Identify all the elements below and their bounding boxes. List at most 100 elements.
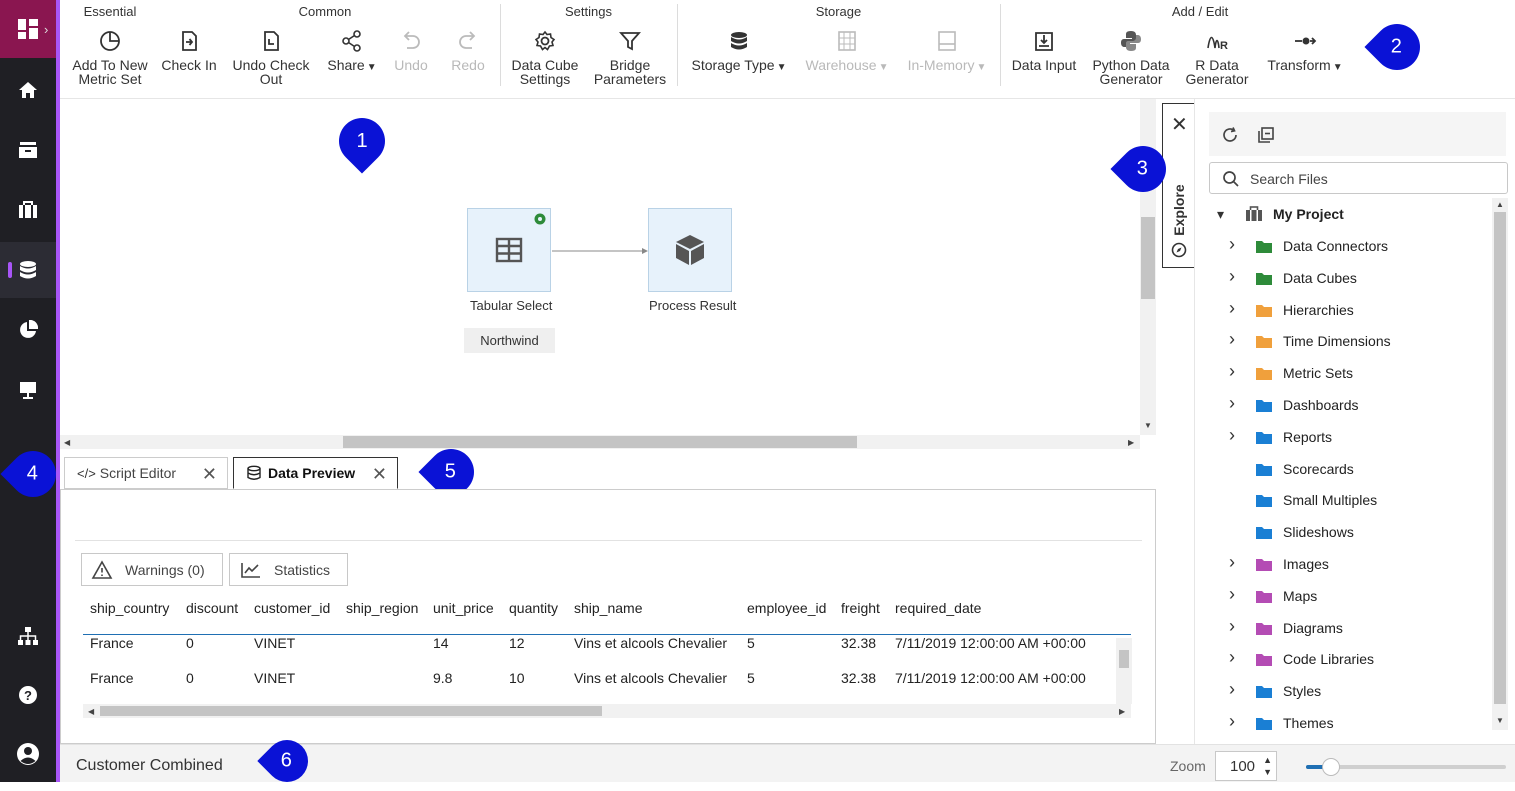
tree-item[interactable]: › Time Dimensions (1195, 329, 1495, 353)
tree-item[interactable]: › Images (1195, 552, 1495, 576)
chevron-right-icon[interactable]: › (1229, 552, 1235, 573)
tree-item[interactable]: › Metric Sets (1195, 361, 1495, 385)
scroll-down-icon[interactable]: ▼ (1496, 716, 1504, 725)
app-launcher[interactable]: › (0, 0, 56, 58)
nav-briefcase[interactable] (0, 182, 56, 238)
share-dropdown[interactable]: Share ▼ (322, 30, 382, 75)
redo-button[interactable]: Redo (447, 30, 489, 72)
zoom-stepper-icon[interactable]: ▲ ▼ (1263, 754, 1272, 778)
scroll-thumb[interactable] (343, 436, 857, 448)
tree-item[interactable]: › Hierarchies (1195, 298, 1495, 322)
chevron-right-icon[interactable]: › (1229, 361, 1235, 382)
column-header[interactable]: ship_region (346, 600, 418, 616)
nav-charts[interactable] (0, 302, 56, 358)
search-input[interactable] (1250, 169, 1500, 189)
nav-help[interactable]: ? (0, 667, 56, 723)
close-icon[interactable]: ✕ (372, 464, 387, 485)
nav-data[interactable] (0, 242, 56, 298)
chevron-right-icon[interactable]: › (1229, 679, 1235, 700)
tree-item[interactable]: › Data Cubes (1195, 266, 1495, 290)
nav-home[interactable] (0, 62, 56, 118)
chevron-right-icon[interactable]: › (1229, 329, 1235, 350)
column-header[interactable]: required_date (895, 600, 981, 616)
grid-horizontal-scrollbar[interactable]: ◀ ▶ (83, 704, 1131, 718)
tree-item[interactable]: › Dashboards (1195, 393, 1495, 417)
scroll-right-icon[interactable]: ▶ (1128, 438, 1134, 447)
r-data-generator-button[interactable]: R R Data Generator (1180, 30, 1254, 86)
tree-item[interactable]: Small Multiples (1195, 488, 1495, 512)
close-icon[interactable]: ✕ (1171, 112, 1188, 137)
nav-presentation[interactable] (0, 362, 56, 418)
check-in-button[interactable]: Check In (156, 30, 222, 72)
chevron-right-icon[interactable]: › (1229, 584, 1235, 605)
in-memory-dropdown[interactable]: In-Memory ▼ (900, 30, 994, 75)
tree-item[interactable]: › Styles (1195, 679, 1495, 703)
storage-type-dropdown[interactable]: Storage Type ▼ (684, 30, 794, 75)
scroll-right-icon[interactable]: ▶ (1119, 707, 1125, 716)
node-tabular-select[interactable] (467, 208, 551, 292)
canvas-horizontal-scrollbar[interactable]: ◀ ▶ (60, 435, 1140, 449)
flow-canvas[interactable]: 1 Tabular Select Northwind Process Resul… (60, 99, 1140, 435)
slider-handle[interactable] (1322, 758, 1340, 776)
scroll-thumb[interactable] (1494, 212, 1506, 704)
transform-dropdown[interactable]: Transform ▼ (1260, 30, 1350, 75)
collapse-all-icon[interactable] (1257, 126, 1275, 144)
tree-item[interactable]: › Maps (1195, 584, 1495, 608)
chevron-right-icon[interactable]: › (1229, 393, 1235, 414)
scroll-thumb[interactable] (1119, 650, 1129, 668)
explore-vertical-scrollbar[interactable]: ▲ ▼ (1492, 198, 1508, 730)
add-to-metric-set-button[interactable]: Add To New Metric Set (68, 30, 152, 86)
data-input-button[interactable]: Data Input (1008, 30, 1080, 72)
scroll-down-icon[interactable]: ▼ (1144, 421, 1152, 430)
refresh-icon[interactable] (1221, 126, 1239, 144)
tree-item[interactable]: › Code Libraries (1195, 647, 1495, 671)
scroll-left-icon[interactable]: ◀ (64, 438, 70, 447)
python-data-generator-button[interactable]: Python Data Generator (1086, 30, 1176, 86)
warnings-button[interactable]: Warnings (0) (81, 553, 223, 586)
grid-vertical-scrollbar[interactable] (1116, 638, 1132, 704)
tab-data-preview[interactable]: Data Preview ✕ (233, 457, 398, 489)
explore-tab[interactable]: ✕ Explore (1162, 103, 1194, 268)
column-header[interactable]: ship_country (90, 600, 169, 616)
zoom-slider[interactable] (1306, 758, 1506, 776)
tree-root[interactable]: ▾ My Project (1195, 202, 1495, 226)
undo-checkout-button[interactable]: Undo Check Out (228, 30, 314, 86)
tree-item[interactable]: › Data Connectors (1195, 234, 1495, 258)
chevron-right-icon[interactable]: › (1229, 266, 1235, 287)
tab-script-editor[interactable]: </> Script Editor ✕ (64, 457, 228, 489)
scroll-thumb[interactable] (100, 706, 602, 716)
chevron-down-icon[interactable]: ▾ (1217, 206, 1224, 223)
close-icon[interactable]: ✕ (202, 464, 217, 485)
chevron-right-icon[interactable]: › (1229, 647, 1235, 668)
chevron-right-icon[interactable]: › (1229, 425, 1235, 446)
nav-hierarchy[interactable] (0, 608, 56, 664)
tree-item[interactable]: Slideshows (1195, 520, 1495, 544)
column-header[interactable]: quantity (509, 600, 558, 616)
scroll-thumb[interactable] (1141, 217, 1155, 299)
column-header[interactable]: ship_name (574, 600, 643, 616)
zoom-input[interactable]: 100 ▲ ▼ (1215, 751, 1277, 781)
chevron-right-icon[interactable]: › (1229, 616, 1235, 637)
tree-item[interactable]: › Reports (1195, 425, 1495, 449)
warehouse-dropdown[interactable]: Warehouse ▼ (800, 30, 894, 75)
scroll-up-icon[interactable]: ▲ (1496, 200, 1504, 209)
chevron-right-icon[interactable]: › (1229, 234, 1235, 255)
column-header[interactable]: discount (186, 600, 238, 616)
statistics-button[interactable]: Statistics (229, 553, 348, 586)
search-box[interactable] (1209, 162, 1508, 194)
nav-archive[interactable] (0, 122, 56, 178)
column-header[interactable]: freight (841, 600, 880, 616)
scroll-left-icon[interactable]: ◀ (88, 707, 94, 716)
tree-item[interactable]: Scorecards (1195, 457, 1495, 481)
chevron-right-icon[interactable]: › (1229, 711, 1235, 732)
tree-item[interactable]: › Themes (1195, 711, 1495, 735)
undo-button[interactable]: Undo (390, 30, 432, 72)
column-header[interactable]: employee_id (747, 600, 826, 616)
node-process-result[interactable] (648, 208, 732, 292)
data-cube-settings-button[interactable]: Data Cube Settings (507, 30, 583, 86)
bridge-parameters-button[interactable]: Bridge Parameters (590, 30, 670, 86)
column-header[interactable]: unit_price (433, 600, 494, 616)
column-header[interactable]: customer_id (254, 600, 330, 616)
tree-item[interactable]: › Diagrams (1195, 616, 1495, 640)
nav-account[interactable] (0, 726, 56, 782)
